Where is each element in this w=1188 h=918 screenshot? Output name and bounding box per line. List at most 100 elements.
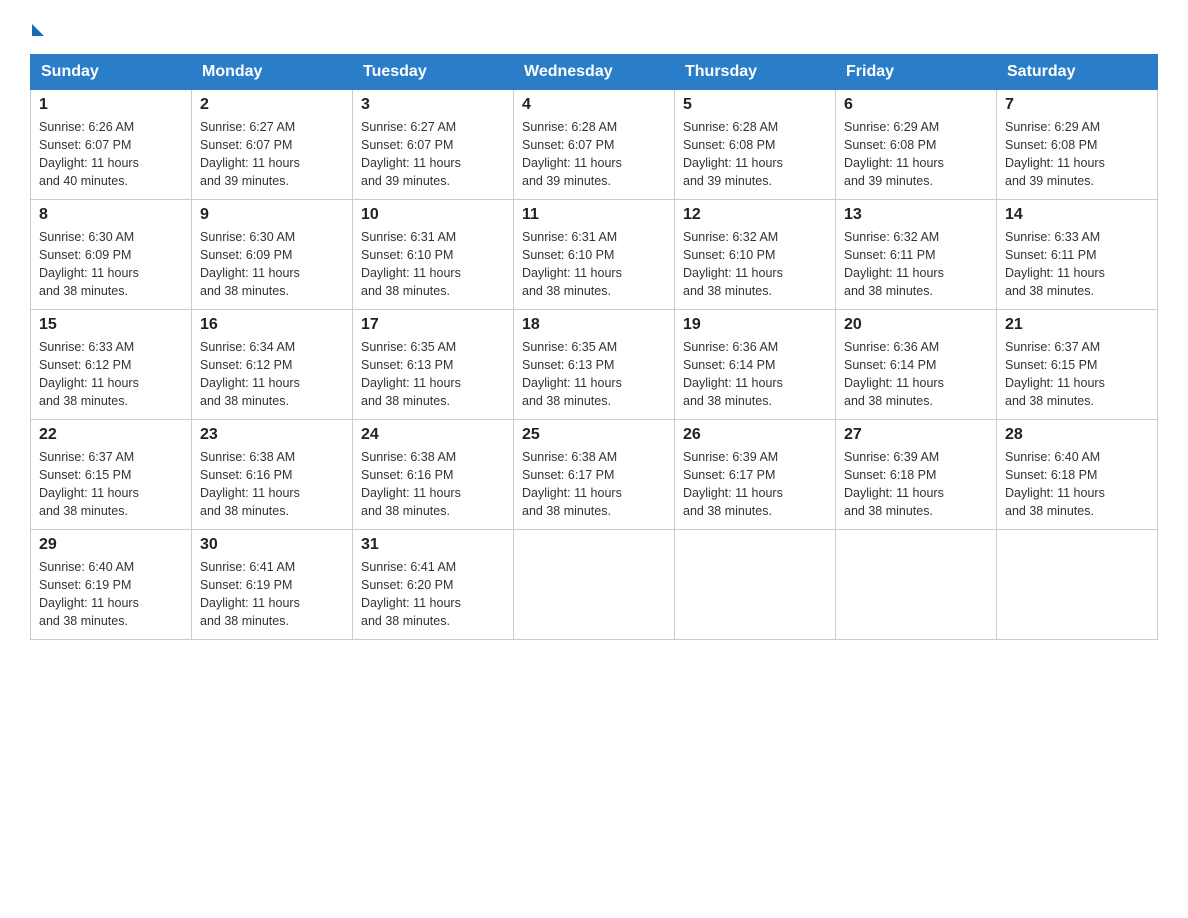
day-header-sunday: Sunday [31,55,192,90]
calendar-day-cell: 23 Sunrise: 6:38 AM Sunset: 6:16 PM Dayl… [192,420,353,530]
day-number: 27 [844,426,988,444]
day-number: 10 [361,206,505,224]
day-number: 9 [200,206,344,224]
logo-arrow-icon [32,24,44,36]
calendar-week-1: 1 Sunrise: 6:26 AM Sunset: 6:07 PM Dayli… [31,90,1158,200]
day-header-friday: Friday [836,55,997,90]
calendar-day-cell: 15 Sunrise: 6:33 AM Sunset: 6:12 PM Dayl… [31,310,192,420]
calendar-day-cell: 31 Sunrise: 6:41 AM Sunset: 6:20 PM Dayl… [353,530,514,640]
calendar-day-cell: 21 Sunrise: 6:37 AM Sunset: 6:15 PM Dayl… [997,310,1158,420]
page-header [30,20,1158,34]
day-number: 28 [1005,426,1149,444]
day-info: Sunrise: 6:35 AM Sunset: 6:13 PM Dayligh… [361,338,505,411]
day-info: Sunrise: 6:40 AM Sunset: 6:19 PM Dayligh… [39,558,183,631]
logo [30,20,44,34]
calendar-day-cell: 1 Sunrise: 6:26 AM Sunset: 6:07 PM Dayli… [31,90,192,200]
calendar-day-cell: 29 Sunrise: 6:40 AM Sunset: 6:19 PM Dayl… [31,530,192,640]
day-info: Sunrise: 6:30 AM Sunset: 6:09 PM Dayligh… [39,228,183,301]
day-info: Sunrise: 6:40 AM Sunset: 6:18 PM Dayligh… [1005,448,1149,521]
calendar-day-cell [514,530,675,640]
calendar-week-5: 29 Sunrise: 6:40 AM Sunset: 6:19 PM Dayl… [31,530,1158,640]
day-number: 24 [361,426,505,444]
day-number: 31 [361,536,505,554]
day-info: Sunrise: 6:39 AM Sunset: 6:18 PM Dayligh… [844,448,988,521]
day-info: Sunrise: 6:30 AM Sunset: 6:09 PM Dayligh… [200,228,344,301]
day-number: 8 [39,206,183,224]
day-number: 15 [39,316,183,334]
calendar-day-cell: 20 Sunrise: 6:36 AM Sunset: 6:14 PM Dayl… [836,310,997,420]
day-header-saturday: Saturday [997,55,1158,90]
day-info: Sunrise: 6:28 AM Sunset: 6:07 PM Dayligh… [522,118,666,191]
day-number: 12 [683,206,827,224]
day-number: 11 [522,206,666,224]
day-number: 21 [1005,316,1149,334]
day-number: 16 [200,316,344,334]
calendar-table: SundayMondayTuesdayWednesdayThursdayFrid… [30,54,1158,640]
calendar-day-cell: 17 Sunrise: 6:35 AM Sunset: 6:13 PM Dayl… [353,310,514,420]
calendar-day-cell: 30 Sunrise: 6:41 AM Sunset: 6:19 PM Dayl… [192,530,353,640]
day-number: 7 [1005,96,1149,114]
calendar-day-cell: 6 Sunrise: 6:29 AM Sunset: 6:08 PM Dayli… [836,90,997,200]
day-info: Sunrise: 6:31 AM Sunset: 6:10 PM Dayligh… [361,228,505,301]
day-number: 18 [522,316,666,334]
day-info: Sunrise: 6:35 AM Sunset: 6:13 PM Dayligh… [522,338,666,411]
calendar-header-row: SundayMondayTuesdayWednesdayThursdayFrid… [31,55,1158,90]
day-info: Sunrise: 6:26 AM Sunset: 6:07 PM Dayligh… [39,118,183,191]
calendar-week-4: 22 Sunrise: 6:37 AM Sunset: 6:15 PM Dayl… [31,420,1158,530]
calendar-day-cell [997,530,1158,640]
day-number: 4 [522,96,666,114]
day-number: 26 [683,426,827,444]
day-info: Sunrise: 6:41 AM Sunset: 6:20 PM Dayligh… [361,558,505,631]
calendar-day-cell: 7 Sunrise: 6:29 AM Sunset: 6:08 PM Dayli… [997,90,1158,200]
day-header-wednesday: Wednesday [514,55,675,90]
day-info: Sunrise: 6:32 AM Sunset: 6:10 PM Dayligh… [683,228,827,301]
day-info: Sunrise: 6:27 AM Sunset: 6:07 PM Dayligh… [200,118,344,191]
calendar-day-cell: 25 Sunrise: 6:38 AM Sunset: 6:17 PM Dayl… [514,420,675,530]
calendar-day-cell: 9 Sunrise: 6:30 AM Sunset: 6:09 PM Dayli… [192,200,353,310]
day-info: Sunrise: 6:38 AM Sunset: 6:16 PM Dayligh… [361,448,505,521]
day-info: Sunrise: 6:31 AM Sunset: 6:10 PM Dayligh… [522,228,666,301]
day-number: 22 [39,426,183,444]
day-header-thursday: Thursday [675,55,836,90]
day-info: Sunrise: 6:27 AM Sunset: 6:07 PM Dayligh… [361,118,505,191]
calendar-day-cell [675,530,836,640]
calendar-week-2: 8 Sunrise: 6:30 AM Sunset: 6:09 PM Dayli… [31,200,1158,310]
day-number: 3 [361,96,505,114]
day-info: Sunrise: 6:29 AM Sunset: 6:08 PM Dayligh… [844,118,988,191]
day-info: Sunrise: 6:29 AM Sunset: 6:08 PM Dayligh… [1005,118,1149,191]
day-info: Sunrise: 6:39 AM Sunset: 6:17 PM Dayligh… [683,448,827,521]
day-number: 30 [200,536,344,554]
calendar-day-cell: 16 Sunrise: 6:34 AM Sunset: 6:12 PM Dayl… [192,310,353,420]
day-header-monday: Monday [192,55,353,90]
calendar-day-cell: 5 Sunrise: 6:28 AM Sunset: 6:08 PM Dayli… [675,90,836,200]
calendar-day-cell: 14 Sunrise: 6:33 AM Sunset: 6:11 PM Dayl… [997,200,1158,310]
day-info: Sunrise: 6:37 AM Sunset: 6:15 PM Dayligh… [1005,338,1149,411]
calendar-day-cell: 27 Sunrise: 6:39 AM Sunset: 6:18 PM Dayl… [836,420,997,530]
calendar-day-cell: 28 Sunrise: 6:40 AM Sunset: 6:18 PM Dayl… [997,420,1158,530]
day-number: 20 [844,316,988,334]
day-number: 5 [683,96,827,114]
calendar-day-cell: 12 Sunrise: 6:32 AM Sunset: 6:10 PM Dayl… [675,200,836,310]
day-info: Sunrise: 6:33 AM Sunset: 6:11 PM Dayligh… [1005,228,1149,301]
day-header-tuesday: Tuesday [353,55,514,90]
calendar-day-cell: 11 Sunrise: 6:31 AM Sunset: 6:10 PM Dayl… [514,200,675,310]
day-number: 1 [39,96,183,114]
calendar-day-cell: 24 Sunrise: 6:38 AM Sunset: 6:16 PM Dayl… [353,420,514,530]
day-number: 25 [522,426,666,444]
calendar-day-cell: 19 Sunrise: 6:36 AM Sunset: 6:14 PM Dayl… [675,310,836,420]
day-info: Sunrise: 6:36 AM Sunset: 6:14 PM Dayligh… [844,338,988,411]
calendar-day-cell: 4 Sunrise: 6:28 AM Sunset: 6:07 PM Dayli… [514,90,675,200]
calendar-day-cell: 18 Sunrise: 6:35 AM Sunset: 6:13 PM Dayl… [514,310,675,420]
day-number: 2 [200,96,344,114]
calendar-day-cell [836,530,997,640]
day-number: 23 [200,426,344,444]
day-info: Sunrise: 6:28 AM Sunset: 6:08 PM Dayligh… [683,118,827,191]
calendar-day-cell: 8 Sunrise: 6:30 AM Sunset: 6:09 PM Dayli… [31,200,192,310]
day-info: Sunrise: 6:41 AM Sunset: 6:19 PM Dayligh… [200,558,344,631]
day-info: Sunrise: 6:34 AM Sunset: 6:12 PM Dayligh… [200,338,344,411]
day-number: 29 [39,536,183,554]
day-number: 13 [844,206,988,224]
day-number: 17 [361,316,505,334]
day-info: Sunrise: 6:33 AM Sunset: 6:12 PM Dayligh… [39,338,183,411]
day-info: Sunrise: 6:38 AM Sunset: 6:17 PM Dayligh… [522,448,666,521]
